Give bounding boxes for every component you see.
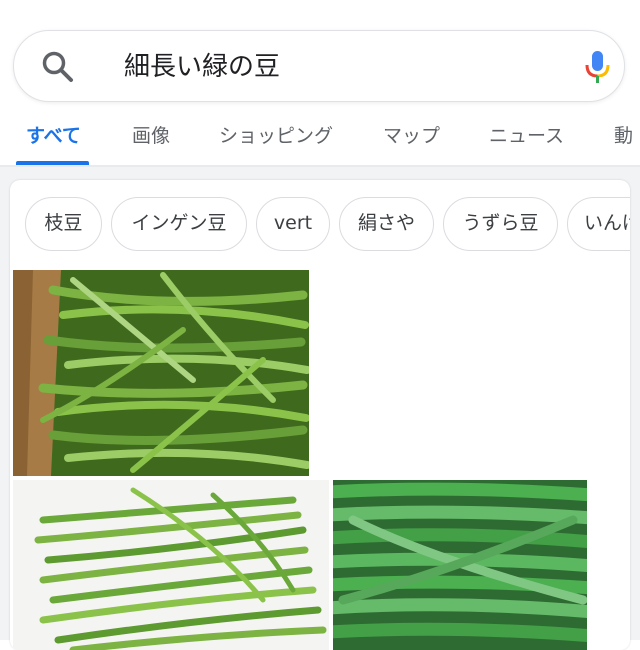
search-tabs: すべて 画像 ショッピング マップ ニュース 動 — [0, 110, 640, 166]
chip-ingen-mame[interactable]: インゲン豆 — [111, 197, 247, 251]
image-result-green-beans-white[interactable] — [13, 480, 329, 650]
search-input[interactable]: 細長い緑の豆 — [124, 49, 280, 85]
image-result-green-beans-closeup[interactable] — [333, 480, 587, 650]
tab-shopping[interactable]: ショッピング — [219, 122, 333, 150]
tab-videos[interactable]: 動 — [614, 122, 633, 150]
chip-kinusaya[interactable]: 絹さや — [339, 197, 434, 251]
chip-edamame[interactable]: 枝豆 — [25, 197, 102, 251]
search-icon[interactable] — [40, 49, 76, 85]
mic-icon[interactable] — [579, 48, 617, 86]
tab-news[interactable]: ニュース — [489, 122, 564, 150]
tab-images[interactable]: 画像 — [132, 122, 170, 150]
chip-ingen[interactable]: いんげ — [567, 197, 630, 251]
chip-vert[interactable]: vert — [256, 197, 330, 251]
image-results-card: 枝豆 インゲン豆 vert 絹さや うずら豆 いんげ — [10, 180, 630, 650]
chip-uzura-mame[interactable]: うずら豆 — [443, 197, 558, 251]
search-bar[interactable]: 細長い緑の豆 — [13, 30, 625, 102]
image-result-green-beans-box[interactable] — [13, 270, 309, 476]
tab-all[interactable]: すべて — [26, 122, 81, 150]
tab-maps[interactable]: マップ — [383, 122, 440, 150]
